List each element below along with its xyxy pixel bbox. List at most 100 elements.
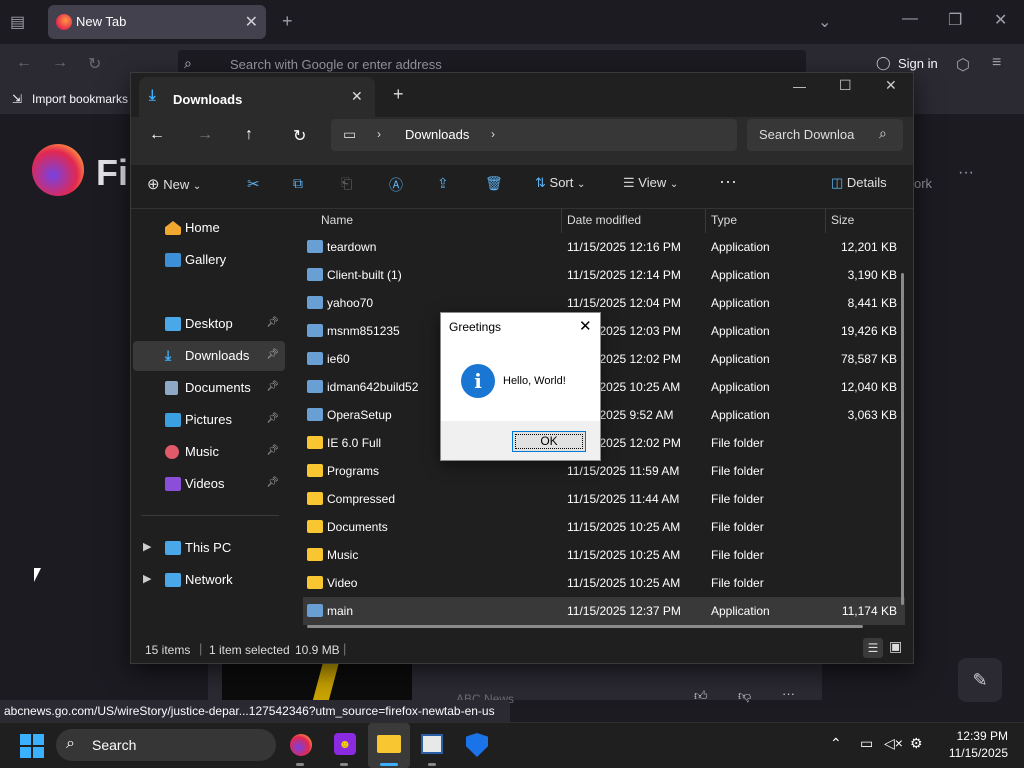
minimize-icon[interactable]: — xyxy=(902,10,918,28)
new-tab-icon[interactable]: + xyxy=(282,11,293,32)
view-button[interactable]: ☰ View ⌄ xyxy=(623,175,678,191)
nav-item-home[interactable]: Home xyxy=(133,213,285,243)
details-view-icon[interactable]: ☰ xyxy=(863,638,883,658)
thumbs-down-icon[interactable]: 👎︎ xyxy=(738,688,751,704)
file-row[interactable]: idman642build52 11/15/2025 10:25 AM Applic… xyxy=(303,373,905,401)
app-window-taskbar-icon[interactable] xyxy=(421,734,443,754)
network-status-icon[interactable]: ▭ xyxy=(860,735,873,752)
file-row[interactable]: teardown 11/15/2025 12:16 PM Application 12… xyxy=(303,233,905,261)
breadcrumb-downloads[interactable]: Downloads xyxy=(405,127,469,142)
card-menu-icon[interactable]: ··· xyxy=(782,686,795,701)
firefox-tab-new-tab[interactable]: New Tab ✕ xyxy=(48,5,266,39)
column-separator[interactable] xyxy=(705,209,706,233)
nav-item-network[interactable]: ▶ Network xyxy=(133,565,285,595)
column-separator[interactable] xyxy=(825,209,826,233)
nav-item-music[interactable]: Music 📌︎ xyxy=(133,437,285,467)
file-row[interactable]: Documents 11/15/2025 10:25 AM File folder xyxy=(303,513,905,541)
menu-icon[interactable]: ≡ xyxy=(992,54,1001,72)
details-button[interactable]: ◫ Details xyxy=(831,175,887,191)
file-row[interactable]: msnm851235 11/15/2025 12:03 PM Application… xyxy=(303,317,905,345)
import-bookmarks-link[interactable]: Import bookmarks xyxy=(32,92,128,106)
refresh-icon[interactable]: ↻ xyxy=(293,126,306,146)
more-options-icon[interactable]: ··· xyxy=(958,164,974,182)
file-row[interactable]: OperaSetup 11/15/2025 9:52 AM Application 3… xyxy=(303,401,905,429)
new-button[interactable]: ⊕ New ⌄ xyxy=(147,175,201,193)
story-card[interactable]: ABC News 👍︎ 👎︎ ··· xyxy=(208,662,822,706)
maximize-icon[interactable]: ❐ xyxy=(948,10,962,30)
file-row[interactable]: Compressed 11/15/2025 11:44 AM File folder xyxy=(303,485,905,513)
taskbar-search-box[interactable]: ⌕ Search xyxy=(56,729,276,761)
column-header-date[interactable]: Date modified xyxy=(567,213,641,227)
address-bar[interactable]: ▭ › Downloads › xyxy=(331,119,737,151)
nav-item-pictures[interactable]: Pictures 📌︎ xyxy=(133,405,285,435)
close-window-icon[interactable]: ✕ xyxy=(994,10,1007,30)
reload-icon[interactable]: ↻ xyxy=(88,54,101,74)
column-separator[interactable] xyxy=(561,209,562,233)
rename-icon[interactable]: Ⓐ xyxy=(389,175,403,195)
firefox-view-icon[interactable]: ▤ xyxy=(10,12,25,32)
cut-icon[interactable]: ✂ xyxy=(247,175,260,193)
file-row[interactable]: Music 11/15/2025 10:25 AM File folder xyxy=(303,541,905,569)
account-icon[interactable]: ◯ xyxy=(876,55,891,71)
nav-item-documents[interactable]: Documents 📌︎ xyxy=(133,373,285,403)
clock-time[interactable]: 12:39 PM xyxy=(944,729,1008,743)
back-icon[interactable]: ← xyxy=(149,126,165,144)
paste-icon[interactable]: ⎗ xyxy=(341,175,352,192)
up-icon[interactable]: ↑ xyxy=(245,126,253,144)
nav-item-gallery[interactable]: Gallery xyxy=(133,245,285,275)
close-tab-icon[interactable]: ✕ xyxy=(245,12,258,32)
start-windows-icon[interactable] xyxy=(20,734,44,758)
file-row[interactable]: ie60 11/15/2025 12:02 PM Application 78,587… xyxy=(303,345,905,373)
vertical-scrollbar[interactable] xyxy=(901,273,904,605)
close-window-icon[interactable]: ✕ xyxy=(885,77,897,94)
column-header-size[interactable]: Size xyxy=(831,213,854,227)
tiles-view-icon[interactable]: ▣ xyxy=(889,638,902,655)
search-box[interactable]: Search Downloa ⌕ xyxy=(747,119,903,151)
nav-item-videos[interactable]: Videos 📌︎ xyxy=(133,469,285,499)
volume-muted-icon[interactable]: ◁× xyxy=(884,735,903,752)
defender-shield-icon[interactable] xyxy=(466,733,488,757)
column-header-name[interactable]: Name xyxy=(321,213,353,227)
column-header-type[interactable]: Type xyxy=(711,213,737,227)
horizontal-scrollbar[interactable] xyxy=(307,625,863,628)
copy-icon[interactable]: ⧉ xyxy=(293,175,303,192)
more-options-icon[interactable]: ··· xyxy=(719,171,737,192)
ok-button[interactable]: OK xyxy=(512,431,586,452)
file-explorer-taskbar-button[interactable] xyxy=(368,723,410,768)
system-status-icon[interactable]: ⚙ xyxy=(910,735,923,752)
customize-pencil-icon[interactable]: ✎ xyxy=(958,658,1002,702)
close-icon[interactable]: ✕ xyxy=(579,317,592,335)
nav-item-downloads[interactable]: ⤓ Downloads 📌︎ xyxy=(133,341,285,371)
file-row[interactable]: IE 6.0 Full 11/15/2025 12:02 PM File folde… xyxy=(303,429,905,457)
firefox-taskbar-icon[interactable] xyxy=(290,734,312,756)
expand-chevron-icon[interactable]: ▶ xyxy=(143,572,151,585)
list-tabs-icon[interactable]: ⌄ xyxy=(818,12,831,32)
delete-icon[interactable]: 🗑︎ xyxy=(485,175,503,192)
app-taskbar-icon[interactable]: ☻ xyxy=(334,733,356,755)
file-row[interactable]: Video 11/15/2025 10:25 AM File folder xyxy=(303,569,905,597)
chevron-right-icon[interactable]: › xyxy=(377,127,381,141)
new-tab-icon[interactable]: + xyxy=(393,84,404,105)
sign-in-button[interactable]: Sign in xyxy=(898,56,938,71)
file-row[interactable]: main 11/15/2025 12:37 PM Application 11,174… xyxy=(303,597,905,625)
nav-item-desktop[interactable]: Desktop 📌︎ xyxy=(133,309,285,339)
share-icon[interactable]: ⇪ xyxy=(437,175,449,192)
thumbs-up-icon[interactable]: 👍︎ xyxy=(694,688,708,704)
file-row[interactable]: Programs 11/15/2025 11:59 AM File folder xyxy=(303,457,905,485)
file-row[interactable]: Client-built (1) 11/15/2025 12:14 PM Appli… xyxy=(303,261,905,289)
extensions-icon[interactable]: ⬡ xyxy=(956,55,970,75)
explorer-tab-downloads[interactable]: ⤓ Downloads ✕ xyxy=(139,77,375,117)
forward-icon[interactable]: → xyxy=(52,54,68,72)
maximize-icon[interactable]: ☐ xyxy=(839,77,852,94)
clock-date[interactable]: 11/15/2025 xyxy=(936,746,1008,760)
forward-icon[interactable]: → xyxy=(197,126,213,144)
back-icon[interactable]: ← xyxy=(16,54,32,72)
nav-item-this-pc[interactable]: ▶ This PC xyxy=(133,533,285,563)
show-hidden-icons-icon[interactable]: ⌃ xyxy=(830,735,842,752)
sort-button[interactable]: ⇅ Sort ⌄ xyxy=(535,175,585,191)
minimize-icon[interactable]: — xyxy=(793,79,806,94)
file-row[interactable]: yahoo70 11/15/2025 12:04 PM Application 8,4… xyxy=(303,289,905,317)
chevron-right-icon[interactable]: › xyxy=(491,127,495,141)
search-icon[interactable]: ⌕ xyxy=(879,125,887,142)
expand-chevron-icon[interactable]: ▶ xyxy=(143,540,151,553)
